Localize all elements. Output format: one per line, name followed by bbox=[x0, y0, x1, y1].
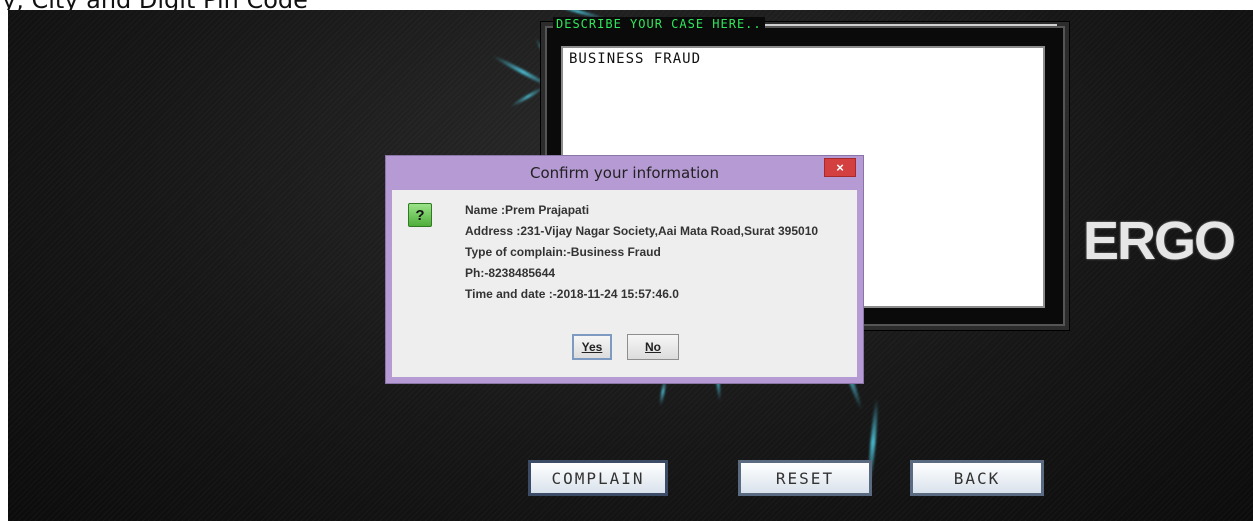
yes-button[interactable]: Yes bbox=[572, 334, 612, 360]
dialog-titlebar[interactable]: Confirm your information × bbox=[386, 156, 863, 190]
confirmation-details: Name :Prem Prajapati Address :231-Vijay … bbox=[465, 200, 855, 305]
close-icon: × bbox=[836, 160, 844, 175]
logo-text: ERGO bbox=[1083, 211, 1236, 271]
phone-line: Ph:-8238485644 bbox=[465, 266, 556, 280]
complain-button[interactable]: COMPLAIN bbox=[528, 460, 668, 496]
close-button[interactable]: × bbox=[824, 158, 856, 177]
name-line: Name :Prem Prajapati bbox=[465, 203, 590, 217]
legend-divider bbox=[745, 24, 1057, 26]
confirm-dialog: Confirm your information × ? Name :Prem … bbox=[385, 155, 864, 384]
back-button[interactable]: BACK bbox=[910, 460, 1044, 496]
question-icon: ? bbox=[408, 203, 432, 227]
case-legend: DESCRIBE YOUR CASE HERE.. bbox=[553, 17, 765, 31]
complaint-type-line: Type of complain:-Business Fraud bbox=[465, 245, 661, 259]
no-button[interactable]: No bbox=[627, 334, 679, 360]
dialog-title: Confirm your information bbox=[530, 164, 719, 182]
time-date-line: Time and date :-2018-11-24 15:57:46.0 bbox=[465, 287, 679, 301]
reset-button[interactable]: RESET bbox=[738, 460, 872, 496]
cut-off-text: y, City and Digit Pin Code bbox=[2, 0, 308, 10]
top-strip: y, City and Digit Pin Code bbox=[0, 0, 1253, 10]
dialog-body: ? Name :Prem Prajapati Address :231-Vija… bbox=[392, 190, 857, 377]
address-line: Address :231-Vijay Nagar Society,Aai Mat… bbox=[465, 224, 819, 238]
